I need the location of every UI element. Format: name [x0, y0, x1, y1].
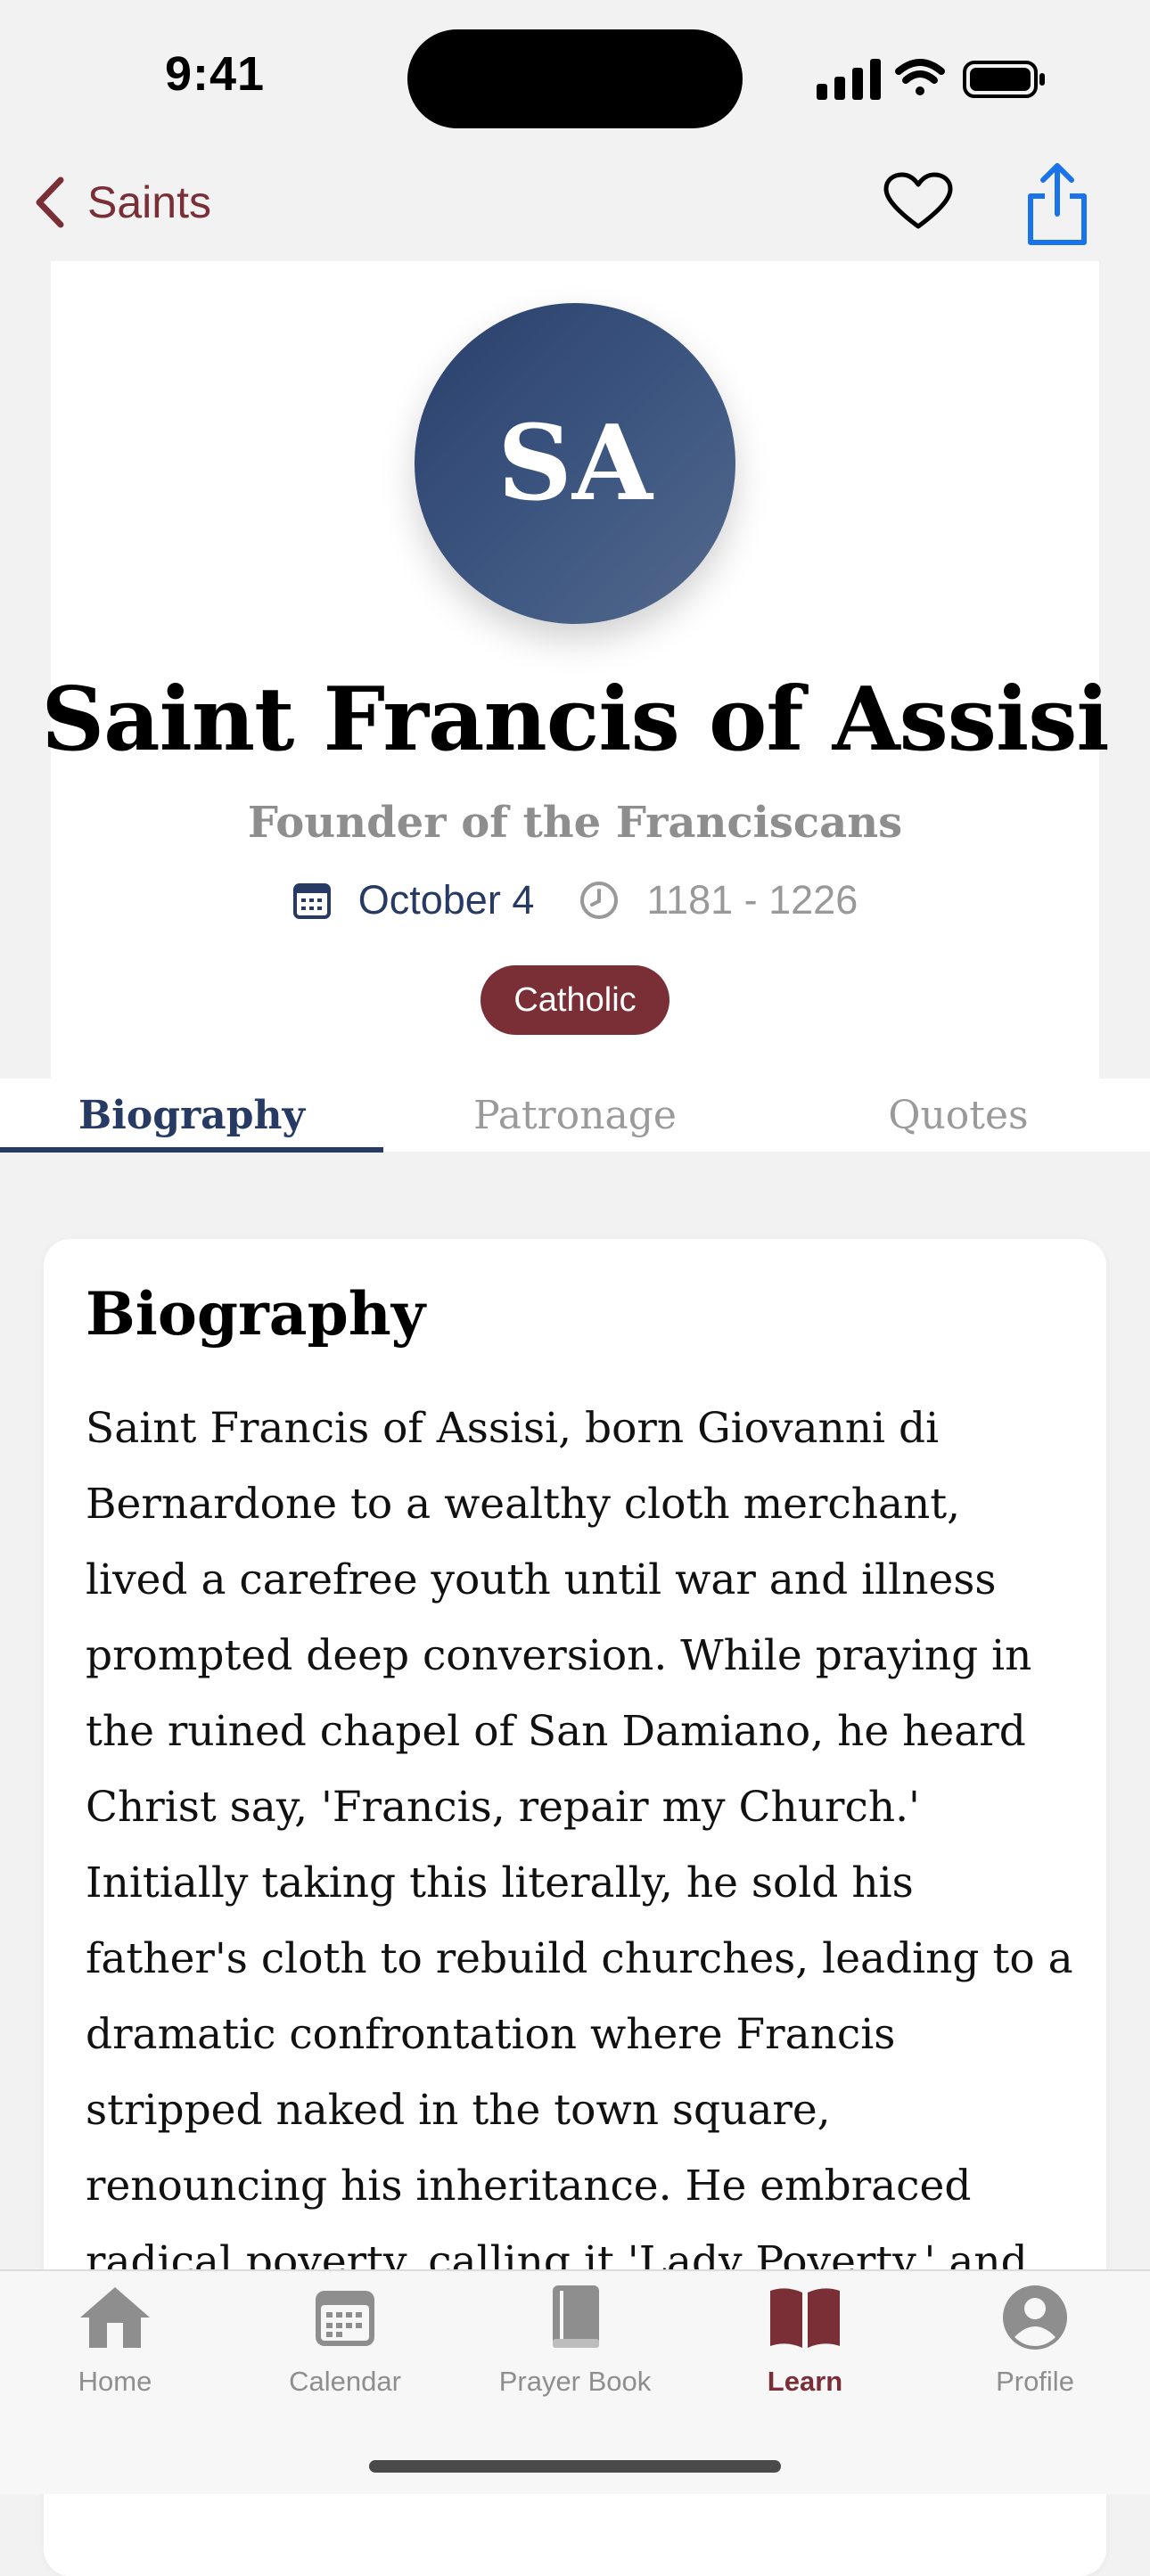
tabbar-item-home[interactable]: Home — [0, 2282, 230, 2407]
feast-date-text: October 4 — [357, 877, 535, 923]
life-years-text: 1181 - 1226 — [646, 877, 858, 923]
saint-meta: October 4 1181 - 1226 — [0, 869, 1150, 931]
back-button[interactable]: Saints — [32, 171, 211, 234]
tabbar-label-home: Home — [78, 2366, 152, 2397]
tab-patronage[interactable]: Patronage — [383, 1079, 767, 1152]
tabbar-item-prayer-book[interactable]: Prayer Book — [460, 2282, 690, 2407]
clock-icon — [580, 882, 619, 919]
book-icon — [553, 2285, 599, 2348]
tabbar-label-calendar: Calendar — [289, 2366, 401, 2397]
feast-date: October 4 — [292, 877, 535, 923]
signal-icon — [817, 59, 881, 100]
back-label: Saints — [87, 177, 211, 227]
status-time: 9:41 — [165, 47, 266, 101]
biography-text: Saint Francis of Assisi, born Giovanni d… — [86, 1404, 1073, 2362]
tabbar-label-prayer-book: Prayer Book — [498, 2366, 652, 2397]
tab-biography[interactable]: Biography — [0, 1079, 383, 1152]
calendar-small-icon — [292, 883, 331, 919]
tabbar-item-calendar[interactable]: Calendar — [230, 2282, 460, 2407]
person-circle-icon — [1003, 2285, 1067, 2350]
wifi-icon — [895, 59, 945, 95]
tabbar-item-profile[interactable]: Profile — [920, 2282, 1150, 2407]
tradition-badge: Catholic — [481, 965, 669, 1035]
tabbar-label-profile: Profile — [996, 2366, 1074, 2397]
battery-icon — [963, 61, 1045, 98]
tabbar-item-learn[interactable]: Learn — [690, 2282, 920, 2407]
share-icon[interactable] — [1022, 160, 1093, 250]
tabbar-label-learn: Learn — [767, 2366, 843, 2397]
chevron-left-icon — [36, 176, 64, 228]
active-tab-indicator — [0, 1147, 383, 1153]
biography-heading: Biography — [86, 1279, 426, 1349]
status-icons — [817, 59, 1045, 100]
saint-avatar: SA — [415, 303, 735, 624]
tab-quotes[interactable]: Quotes — [767, 1079, 1150, 1152]
open-book-icon — [770, 2288, 840, 2348]
saint-subtitle: Founder of the Franciscans — [247, 798, 903, 848]
dynamic-island — [407, 29, 743, 128]
saint-name: Saint Francis of Assisi — [41, 669, 1109, 771]
home-indicator — [369, 2460, 781, 2473]
calendar-icon — [316, 2291, 374, 2346]
life-years: 1181 - 1226 — [579, 877, 858, 923]
house-icon — [80, 2287, 150, 2348]
heart-icon[interactable] — [883, 171, 954, 234]
